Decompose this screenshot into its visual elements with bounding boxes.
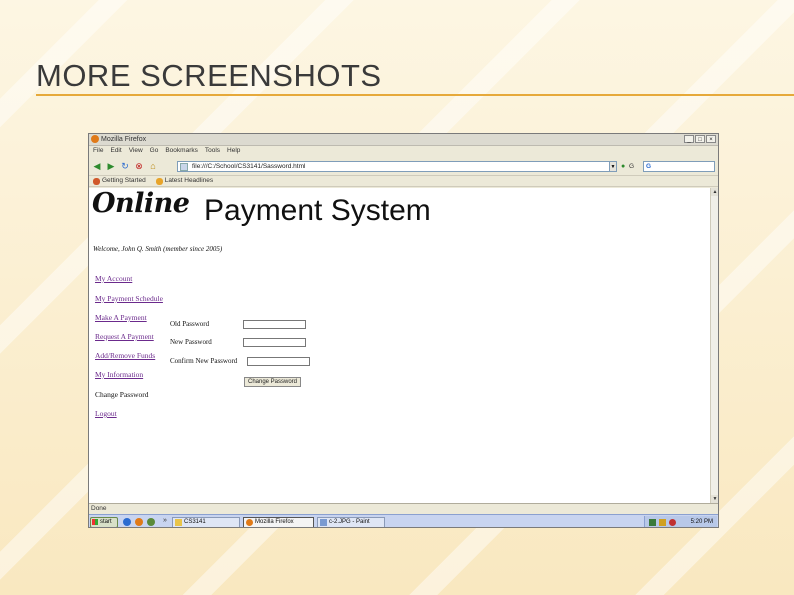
- nav-my-information[interactable]: My Information: [95, 370, 143, 379]
- windows-logo-icon: [92, 519, 98, 525]
- firefox-icon: [91, 135, 99, 143]
- menu-bar: File Edit View Go Bookmarks Tools Help: [89, 146, 718, 156]
- stop-icon[interactable]: ⊗: [134, 161, 144, 171]
- back-icon[interactable]: ◀: [92, 161, 102, 171]
- old-password-field[interactable]: [243, 320, 306, 329]
- page-content: Online Payment System Welcome, John Q. S…: [89, 188, 710, 503]
- url-text: file:///C:/School/CS3141/Sassword.html: [192, 163, 306, 170]
- reload-icon[interactable]: ↻: [120, 161, 130, 171]
- task-mozilla-firefox[interactable]: Mozilla Firefox: [243, 517, 314, 527]
- logo-script-text: Online: [92, 188, 190, 219]
- task-label: Mozilla Firefox: [255, 519, 294, 525]
- bookmark-latest-headlines[interactable]: Latest Headlines: [155, 176, 214, 186]
- confirm-password-field[interactable]: [247, 357, 310, 366]
- system-tray: 5:20 PM: [644, 516, 717, 527]
- bookmark-icon: [93, 177, 100, 185]
- window-titlebar[interactable]: Mozilla Firefox _ □ ×: [89, 134, 718, 146]
- menu-view[interactable]: View: [129, 146, 143, 156]
- task-paint[interactable]: c-2.JPG - Paint: [317, 517, 385, 527]
- menu-bookmarks[interactable]: Bookmarks: [165, 146, 198, 156]
- navigation-toolbar: ◀ ▶ ↻ ⊗ ⌂ file:///C:/School/CS3141/Sassw…: [89, 158, 718, 176]
- go-icon[interactable]: ●: [621, 161, 625, 172]
- nav-my-account[interactable]: My Account: [95, 274, 132, 283]
- bookmark-label: Getting Started: [102, 177, 146, 184]
- old-password-label: Old Password: [170, 320, 210, 328]
- desktop-icon[interactable]: [147, 518, 155, 526]
- browser-window: Mozilla Firefox _ □ × File Edit View Go …: [88, 133, 719, 528]
- nav-request-a-payment[interactable]: Request A Payment: [95, 332, 154, 341]
- url-dropdown-icon[interactable]: ▼: [609, 161, 617, 172]
- home-icon[interactable]: ⌂: [148, 161, 158, 171]
- slide-title: MORE SCREENSHOTS: [36, 58, 382, 93]
- status-text: Done: [91, 505, 107, 512]
- clock: 5:20 PM: [690, 519, 713, 525]
- change-password-button[interactable]: Change Password: [244, 377, 301, 387]
- title-underline: [36, 94, 794, 96]
- bookmark-getting-started[interactable]: Getting Started: [93, 176, 146, 186]
- firefox-quicklaunch-icon[interactable]: [135, 518, 143, 526]
- nav-my-payment-schedule[interactable]: My Payment Schedule: [95, 294, 163, 303]
- menu-go[interactable]: Go: [150, 146, 159, 156]
- start-label: start: [100, 519, 112, 525]
- tray-icon-2[interactable]: [659, 519, 666, 526]
- tray-icon-1[interactable]: [649, 519, 656, 526]
- folder-icon: [175, 519, 182, 526]
- task-label: CS3141: [184, 519, 206, 525]
- ie-icon[interactable]: [123, 518, 131, 526]
- paint-icon: [320, 519, 327, 526]
- page-icon: [180, 163, 188, 171]
- scroll-up-icon[interactable]: ▲: [711, 188, 718, 196]
- status-bar: Done: [89, 503, 718, 514]
- url-field[interactable]: file:///C:/School/CS3141/Sassword.html: [177, 161, 617, 172]
- nav-add-remove-funds[interactable]: Add/Remove Funds: [95, 351, 155, 360]
- new-password-field[interactable]: [243, 338, 306, 347]
- logo-title: Payment System: [204, 194, 431, 227]
- vertical-scrollbar[interactable]: ▲ ▼: [710, 188, 718, 503]
- window-controls: _ □ ×: [684, 135, 716, 143]
- new-password-label: New Password: [170, 338, 212, 346]
- firefox-task-icon: [246, 519, 253, 526]
- menu-help[interactable]: Help: [227, 146, 240, 156]
- nav-logout[interactable]: Logout: [95, 409, 117, 418]
- shield-icon[interactable]: [669, 519, 676, 526]
- go-label[interactable]: G: [629, 161, 634, 172]
- search-input[interactable]: G: [643, 161, 715, 172]
- menu-edit[interactable]: Edit: [110, 146, 121, 156]
- nav-make-a-payment[interactable]: Make A Payment: [95, 313, 147, 322]
- task-label: c-2.JPG - Paint: [329, 519, 370, 525]
- search-engine-icon: G: [646, 163, 652, 170]
- close-button[interactable]: ×: [706, 135, 716, 143]
- nav-change-password-current: Change Password: [95, 390, 149, 399]
- start-button[interactable]: start: [90, 517, 118, 527]
- scroll-down-icon[interactable]: ▼: [711, 495, 718, 503]
- task-cs3141[interactable]: CS3141: [172, 517, 240, 527]
- confirm-password-label: Confirm New Password: [170, 357, 238, 365]
- bookmarks-toolbar: Getting Started Latest Headlines: [89, 176, 718, 187]
- maximize-button[interactable]: □: [695, 135, 705, 143]
- welcome-message: Welcome, John Q. Smith (member since 200…: [93, 245, 223, 253]
- minimize-button[interactable]: _: [684, 135, 694, 143]
- menu-tools[interactable]: Tools: [205, 146, 220, 156]
- quicklaunch-more-icon[interactable]: »: [163, 517, 167, 524]
- rss-icon: [155, 177, 163, 185]
- window-title: Mozilla Firefox: [101, 136, 147, 143]
- forward-icon[interactable]: ▶: [106, 161, 116, 171]
- bookmark-label: Latest Headlines: [164, 177, 214, 184]
- menu-file[interactable]: File: [93, 146, 103, 156]
- taskbar: start » CS3141 Mozilla Firefox c-2.JPG -…: [89, 514, 718, 527]
